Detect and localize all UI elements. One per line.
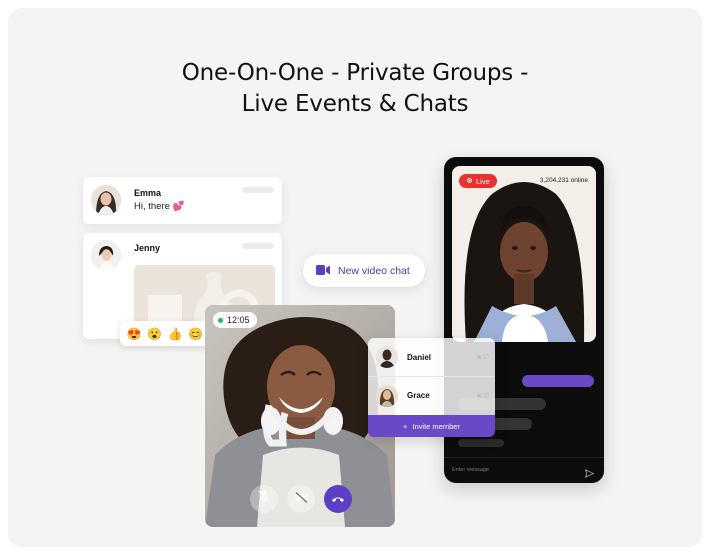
plus-icon: +: [403, 421, 408, 431]
call-controls: [250, 485, 352, 513]
live-indicator-icon: [466, 177, 473, 186]
end-call-icon: [331, 490, 345, 508]
timestamp-placeholder: [242, 243, 274, 249]
end-call-button[interactable]: [324, 485, 352, 513]
reaction-thumbs-up[interactable]: 👍: [168, 328, 183, 340]
live-badge: Live: [459, 174, 497, 188]
sender-name: Emma: [134, 188, 162, 198]
reaction-surprised[interactable]: 😮: [147, 328, 162, 340]
avatar: [91, 185, 121, 215]
member-name: Grace: [407, 391, 430, 400]
send-icon[interactable]: [584, 465, 595, 483]
page-title: One-On-One - Private Groups - Live Event…: [8, 58, 702, 120]
live-stream-video: Live 3,204,231 online: [452, 166, 596, 342]
video-call-tile: 12:05: [205, 305, 395, 527]
member-name: Daniel: [407, 352, 432, 362]
video-camera-icon: [316, 262, 330, 280]
message-body: Hi, there: [134, 201, 170, 212]
chat-card-emma[interactable]: Emma Hi, there 💕: [83, 177, 282, 224]
message-text: Hi, there 💕: [134, 201, 184, 212]
online-dot-icon: [218, 317, 223, 323]
new-video-chat-label: New video chat: [338, 264, 410, 277]
call-timer: 12:05: [213, 312, 257, 328]
reaction-smile[interactable]: 😊: [188, 328, 203, 340]
call-time: 12:05: [227, 315, 250, 325]
chat-bubble-incoming: [458, 439, 504, 447]
video-phone-icons: ■ ✆: [476, 354, 489, 361]
reaction-bar: 😍 😮 👍 😊: [120, 321, 210, 346]
invite-member-button[interactable]: + Invite member: [368, 415, 495, 437]
chat-bubble-outgoing: [522, 375, 594, 387]
camera-off-icon: [295, 490, 308, 508]
live-label: Live: [476, 176, 490, 186]
mic-muted-icon: [258, 490, 270, 508]
timestamp-placeholder: [242, 187, 274, 193]
headline-line-2: Live Events & Chats: [241, 91, 469, 117]
online-count: 3,204,231 online: [539, 177, 588, 184]
mute-button[interactable]: [250, 485, 278, 513]
message-input[interactable]: Enter message: [452, 467, 489, 473]
group-members-panel: Daniel ■ ✆ Grace ■ ✆ + Invite member: [368, 338, 495, 437]
avatar: [376, 346, 398, 368]
showcase-canvas: One-On-One - Private Groups - Live Event…: [8, 8, 702, 547]
sender-name: Jenny: [134, 243, 161, 253]
camera-toggle-button[interactable]: [287, 485, 315, 513]
new-video-chat-button[interactable]: New video chat: [303, 254, 425, 287]
message-input-bar[interactable]: Enter message: [444, 457, 604, 483]
heart-emoji: 💕: [172, 201, 185, 212]
avatar: [91, 240, 121, 270]
headline-line-1: One-On-One - Private Groups -: [181, 60, 529, 86]
video-phone-icons: ■ ✆: [476, 393, 489, 400]
reaction-heart-eyes[interactable]: 😍: [127, 328, 142, 340]
member-row-grace[interactable]: Grace ■ ✆: [368, 376, 495, 414]
avatar: [376, 384, 398, 407]
member-row-daniel[interactable]: Daniel ■ ✆: [368, 338, 495, 376]
invite-member-label: Invite member: [412, 421, 460, 431]
